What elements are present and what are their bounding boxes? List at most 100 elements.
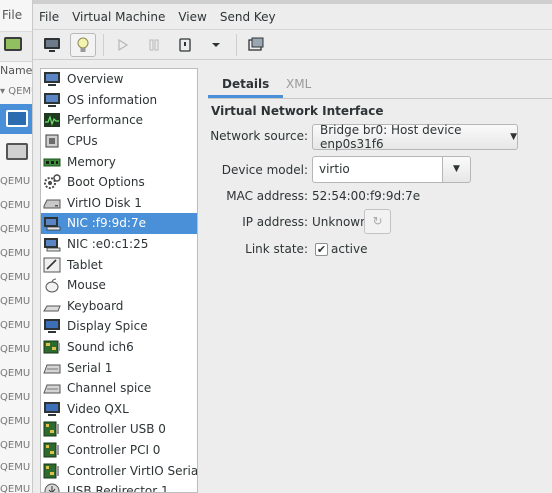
hw-item-memory[interactable]: Memory <box>41 151 197 172</box>
play-icon <box>118 38 129 51</box>
bg-vm-row[interactable]: QEMU <box>0 248 32 259</box>
pause-icon <box>149 39 159 50</box>
serial-icon <box>43 380 61 396</box>
new-vm-icon[interactable] <box>4 37 22 51</box>
bg-vm-row[interactable]: QEMU <box>0 224 32 235</box>
hw-item-controller-virtio-serial-0[interactable]: Controller VirtIO Serial 0 <box>41 460 197 481</box>
hw-item-usb-redirector-1[interactable]: USB Redirector 1 <box>41 481 197 492</box>
link-state-value: active <box>331 242 368 256</box>
menu-file[interactable]: File <box>33 10 66 24</box>
bg-vm-row[interactable]: QEMU <box>0 368 32 379</box>
bg-vm-row[interactable]: QEMU <box>0 344 32 355</box>
keyboard-icon <box>43 298 61 314</box>
serial-icon <box>43 360 61 376</box>
bg-vm-row[interactable]: QEMU <box>0 440 32 451</box>
fullscreen-button[interactable] <box>243 33 269 57</box>
nic-icon <box>43 215 61 231</box>
sound-icon <box>43 339 61 355</box>
memory-icon <box>43 154 61 170</box>
toolbar-separator <box>236 33 237 56</box>
hw-item-sound-ich6[interactable]: Sound ich6 <box>41 337 197 358</box>
ip-refresh-button[interactable]: ↻ <box>364 209 391 234</box>
hw-item-video-qxl[interactable]: Video QXL <box>41 399 197 420</box>
hw-item-tablet[interactable]: Tablet <box>41 254 197 275</box>
nic-icon <box>43 236 61 252</box>
vm-details-window: File Virtual Machine View Send Key Overv… <box>33 0 552 493</box>
vm-monitor-icon <box>6 143 28 160</box>
controller-icon <box>43 463 61 479</box>
hw-item-controller-pci-0[interactable]: Controller PCI 0 <box>41 440 197 461</box>
run-button[interactable] <box>110 33 136 57</box>
bg-vm-row[interactable]: QEMU <box>0 272 32 283</box>
hw-item-channel-spice[interactable]: Channel spice <box>41 378 197 399</box>
bg-toolbar <box>0 32 32 62</box>
bg-vm-row[interactable]: QEMU <box>0 176 32 187</box>
mac-address-label: MAC address: <box>226 189 308 203</box>
network-source-label: Network source: <box>210 129 308 143</box>
toolbar <box>33 30 552 60</box>
screenshot-icon <box>248 37 264 51</box>
hw-item-display-spice[interactable]: Display Spice <box>41 316 197 337</box>
hw-item-overview[interactable]: Overview <box>41 69 197 90</box>
hw-item-nic-f9-9d-7e[interactable]: NIC :f9:9d:7e <box>41 213 197 234</box>
show-console-button[interactable] <box>39 33 65 57</box>
bg-vm-selected[interactable] <box>0 104 32 134</box>
hw-item-keyboard[interactable]: Keyboard <box>41 296 197 317</box>
device-model-dropdown-button[interactable]: ▼ <box>442 156 471 183</box>
refresh-icon: ↻ <box>372 214 383 228</box>
cpu-icon <box>43 133 61 149</box>
lightbulb-icon <box>77 37 89 52</box>
checkmark-icon: ✔ <box>316 243 327 256</box>
bg-vm-row[interactable]: QEMU <box>0 200 32 211</box>
controller-icon <box>43 442 61 458</box>
tablet-icon <box>43 257 61 273</box>
chevron-down-icon: ▼ <box>453 164 460 174</box>
monitor-icon <box>43 71 61 87</box>
network-source-value: Bridge br0: Host device enp0s31f6 <box>320 123 462 151</box>
chevron-down-icon: ▼ <box>510 132 517 142</box>
bg-vm-row[interactable]: ▾ QEMU <box>0 86 32 97</box>
chevron-down-icon <box>212 42 220 47</box>
pause-button[interactable] <box>141 33 167 57</box>
shutdown-button[interactable] <box>172 33 198 57</box>
hw-item-performance[interactable]: Performance <box>41 110 197 131</box>
disk-icon <box>43 195 61 211</box>
bg-vm-row[interactable]: QEMU <box>0 462 32 473</box>
hw-item-virtio-disk-1[interactable]: VirtIO Disk 1 <box>41 193 197 214</box>
show-details-button[interactable] <box>70 32 96 57</box>
monitor-icon <box>44 37 60 52</box>
bg-vm-row[interactable]: QEMU <box>0 484 32 493</box>
menu-view[interactable]: View <box>172 10 213 24</box>
background-window: File Name ▾ QEMU QEMU QEMU QEMU QEMU QEM… <box>0 0 33 493</box>
link-state-label: Link state: <box>245 242 308 256</box>
hw-item-nic-e0-c1-25[interactable]: NIC :e0:c1:25 <box>41 234 197 255</box>
network-source-dropdown[interactable]: Bridge br0: Host device enp0s31f6 ▼ <box>312 123 518 151</box>
tab-xml[interactable]: XML <box>272 71 325 98</box>
hw-item-controller-usb-0[interactable]: Controller USB 0 <box>41 419 197 440</box>
bg-name-header: Name <box>0 64 33 77</box>
menu-send-key[interactable]: Send Key <box>214 10 283 24</box>
hardware-list: Overview OS information Performance CPUs… <box>40 68 198 493</box>
hw-item-boot-options[interactable]: Boot Options <box>41 172 197 193</box>
bg-menu-file[interactable]: File <box>2 8 22 22</box>
device-model-input[interactable]: virtio <box>312 156 442 183</box>
menubar: File Virtual Machine View Send Key <box>33 4 552 30</box>
hw-item-os-information[interactable]: OS information <box>41 90 197 111</box>
vm-monitor-icon <box>6 110 28 127</box>
link-state-checkbox[interactable]: ✔ <box>315 243 328 256</box>
ip-address-label: IP address: <box>242 215 308 229</box>
bg-vm-row[interactable]: QEMU <box>0 320 32 331</box>
section-title: Virtual Network Interface <box>211 104 384 118</box>
menu-virtual-machine[interactable]: Virtual Machine <box>66 10 172 24</box>
hw-item-cpus[interactable]: CPUs <box>41 131 197 152</box>
bg-vm-row[interactable]: QEMU <box>0 392 32 403</box>
hw-item-serial-1[interactable]: Serial 1 <box>41 357 197 378</box>
shutdown-menu-button[interactable] <box>203 33 229 57</box>
bg-vm-row[interactable]: QEMU <box>0 416 32 427</box>
gears-icon <box>43 174 61 190</box>
bg-vm-row[interactable]: QEMU <box>0 296 32 307</box>
toolbar-separator <box>103 33 104 56</box>
performance-icon <box>43 112 61 128</box>
ip-address-value: Unknown <box>312 215 368 229</box>
hw-item-mouse[interactable]: Mouse <box>41 275 197 296</box>
